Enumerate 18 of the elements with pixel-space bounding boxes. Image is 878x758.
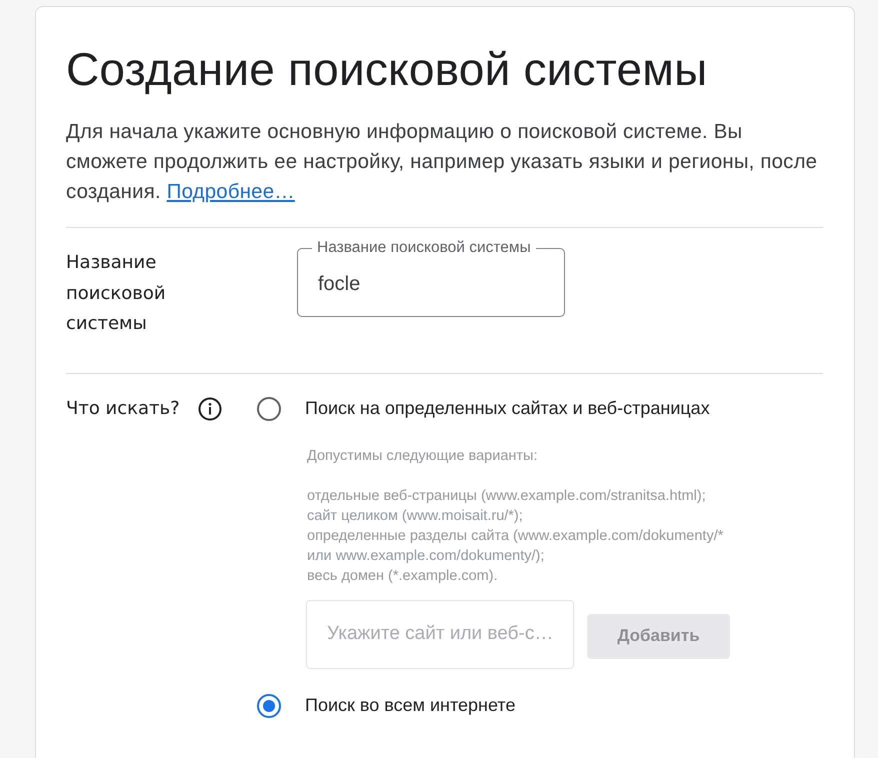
hint-heading: Допустимы следующие варианты:	[307, 446, 538, 466]
row-label: Что искать?	[66, 396, 181, 420]
hint-text: весь домен (*.example.com).	[307, 566, 499, 586]
hint-text: определенные разделы сайта (www.example.com/dokumenty/* или www.example.com/dokumenty/);	[307, 526, 724, 566]
radio-button[interactable]	[257, 694, 281, 718]
hint-text: сайт целиком (www.moisait.ru/*);	[307, 506, 524, 526]
learn-more-link[interactable]: Подробнее…	[166, 181, 295, 203]
engine-name-field[interactable]: Название поисковой системы focle	[297, 240, 565, 317]
page-title: Создание поисковой системы	[66, 42, 708, 96]
option-label[interactable]: Поиск на определенных сайтах и веб-страницах	[305, 398, 710, 419]
hint-text: отдельные веб-страницы (www.example.com/stranitsa.html);	[307, 486, 707, 506]
radio-button[interactable]	[257, 396, 281, 420]
field-label: Название поисковой системы	[316, 240, 532, 256]
row-label: Название поисковой системы	[66, 251, 167, 336]
option-label[interactable]: Поиск во всем интернете	[305, 695, 516, 716]
field-value: focle	[318, 272, 360, 296]
info-icon[interactable]	[198, 396, 222, 420]
intro-text: Для начала укажите основную информацию о поисковой системе. Вы сможете продолжить ее настройку, например указать языки и регионы, после создания. Подробнее…	[66, 120, 818, 205]
